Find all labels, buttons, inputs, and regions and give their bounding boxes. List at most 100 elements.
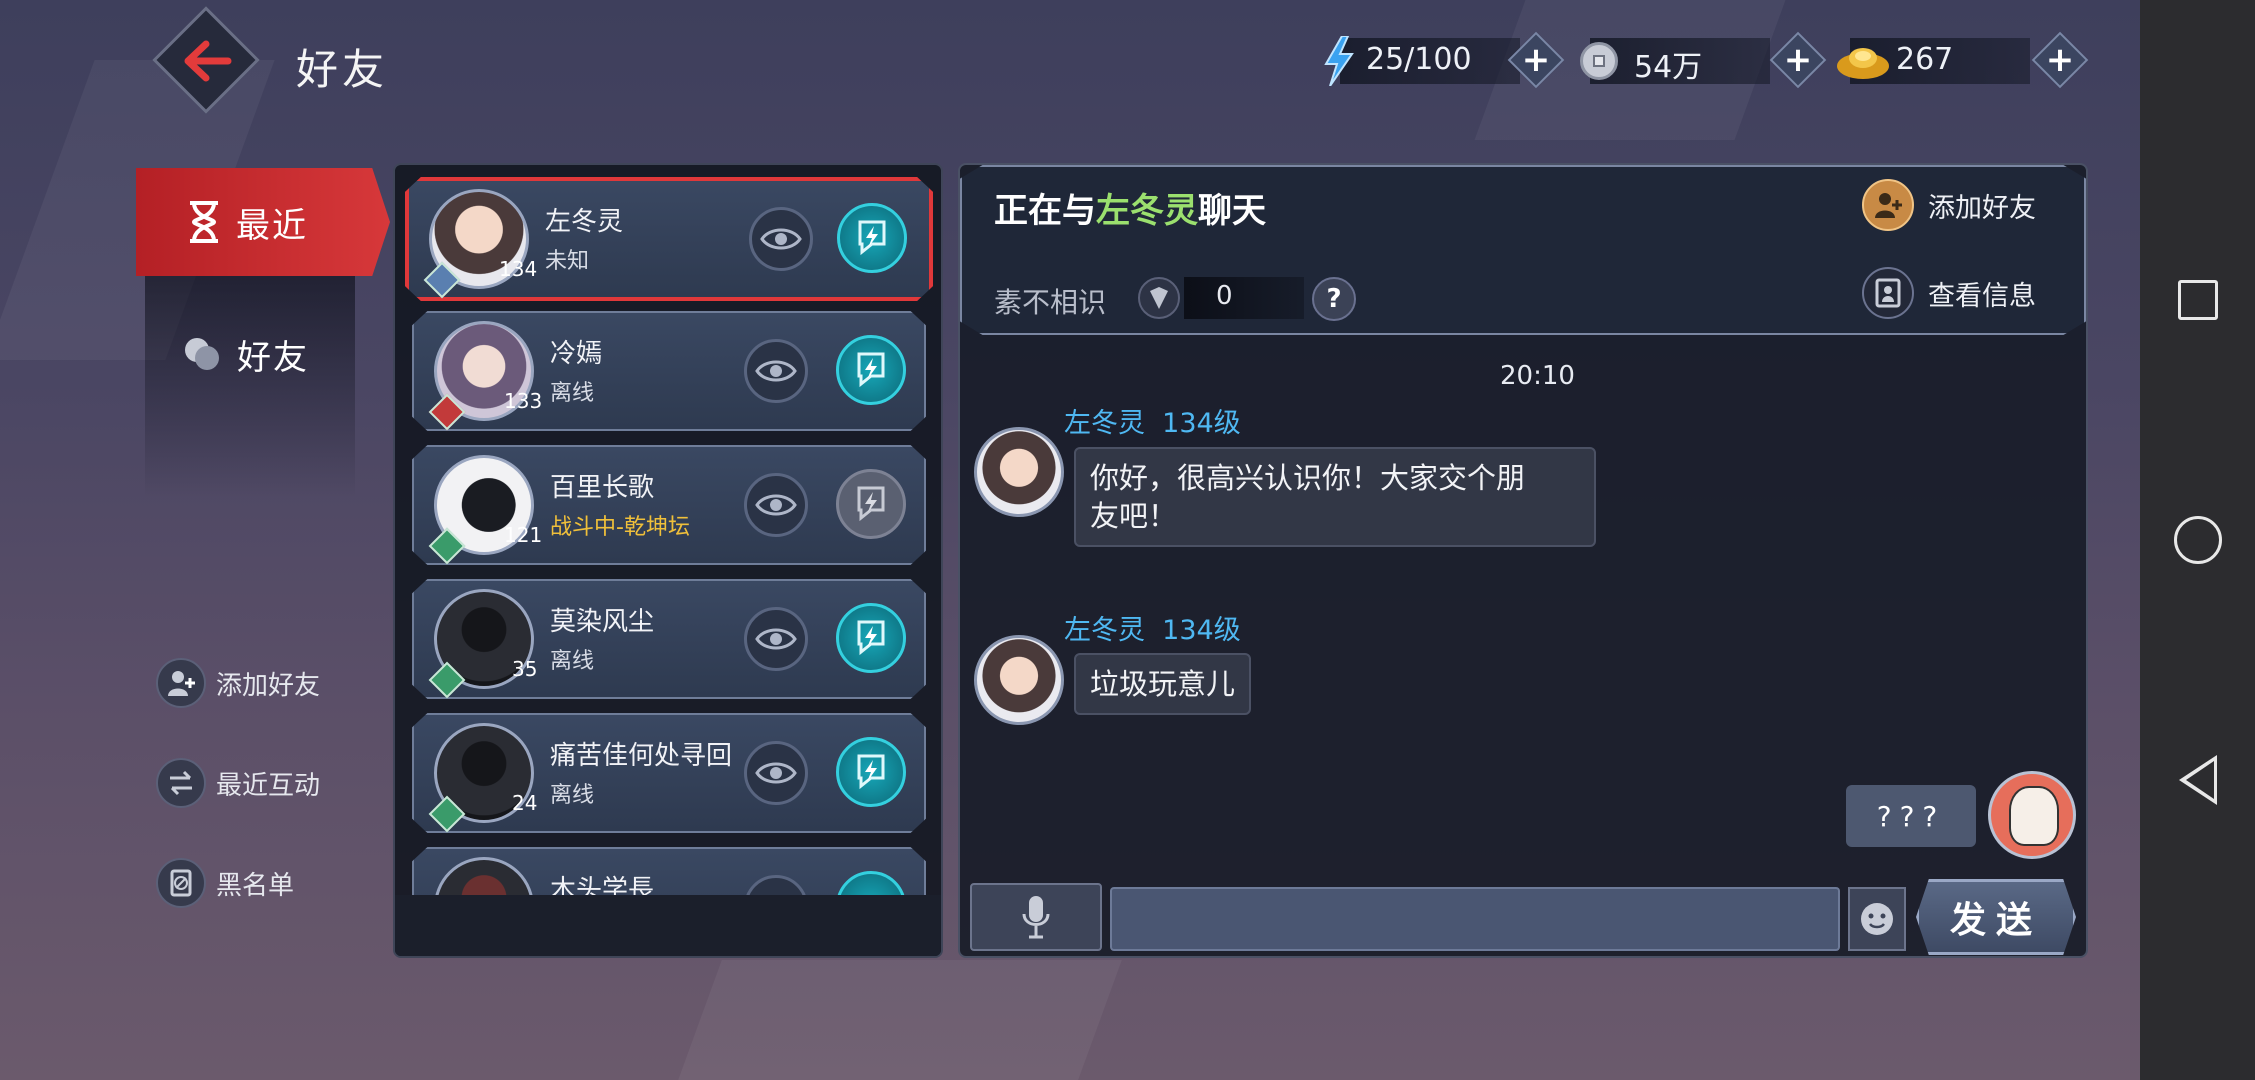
help-button[interactable]: ? [1312, 277, 1356, 321]
relation-value-box [1184, 277, 1304, 319]
swap-icon [156, 758, 206, 808]
sidebar-add-friend-label: 添加好友 [216, 670, 321, 701]
chat-panel: 正在与左冬灵聊天 素不相识 0 ? 添加好友 查看信息 20:10 左冬灵 13… [958, 163, 2088, 958]
friends-icon [185, 338, 219, 370]
view-button[interactable] [749, 207, 813, 271]
lightning-icon [1324, 36, 1354, 86]
chat-lightning-icon [857, 754, 885, 790]
eye-icon [755, 762, 797, 784]
microphone-icon [1022, 896, 1050, 939]
send-button[interactable]: 发送 [1916, 879, 2076, 955]
recents-icon [2177, 280, 2218, 320]
background-shard [678, 960, 1122, 1080]
chat-header: 正在与左冬灵聊天 素不相识 0 ? 添加好友 查看信息 [960, 165, 2086, 335]
chat-button-disabled[interactable] [836, 469, 906, 539]
message-sender: 左冬灵 134级 [1064, 608, 1241, 647]
sender-name: 左冬灵 [1064, 615, 1145, 646]
sender-level: 134级 [1162, 408, 1241, 439]
friend-name: 百里长歌 [550, 473, 655, 503]
friend-level: 35 [512, 657, 538, 681]
list-bottom-fade [395, 895, 941, 956]
chat-button[interactable] [837, 203, 907, 273]
friend-card[interactable]: 121 百里长歌 战斗中-乾坤坛 [412, 445, 926, 565]
add-gold-button[interactable]: + [2031, 31, 2089, 89]
emoji-icon [1861, 903, 1893, 935]
chat-title-suffix: 聊天 [1198, 191, 1266, 231]
recents-button[interactable] [2140, 255, 2255, 345]
friend-status: 未知 [545, 249, 590, 274]
chat-lightning-icon [857, 486, 885, 522]
message-text: 你好，很高兴认识你！大家交个朋 [1090, 461, 1526, 495]
friend-card[interactable]: 133 冷嫣 离线 [412, 311, 926, 431]
gold-value: 267 [1896, 42, 1954, 77]
friend-status: 离线 [550, 381, 595, 406]
sidebar-blacklist-label: 黑名单 [216, 870, 295, 901]
chat-title-prefix: 正在与 [994, 191, 1096, 231]
friend-level: 134 [499, 257, 538, 281]
stamina-value: 25/100 [1366, 42, 1472, 77]
friend-name: 左冬灵 [545, 207, 624, 237]
sidebar-blacklist[interactable]: 黑名单 [156, 858, 294, 908]
home-icon [2173, 516, 2222, 564]
add-friend-button[interactable]: 添加好友 [1862, 179, 2036, 231]
avatar[interactable] [974, 635, 1064, 725]
tab-recent[interactable]: 最近 [136, 168, 390, 276]
view-button[interactable] [744, 741, 808, 805]
eye-icon [755, 494, 797, 516]
sidebar-add-friend[interactable]: 添加好友 [156, 658, 320, 708]
tab-friends-label: 好友 [237, 337, 309, 378]
home-button[interactable] [2140, 495, 2255, 585]
chat-input[interactable] [1110, 887, 1840, 951]
relation-value: 0 [1216, 281, 1233, 311]
view-button[interactable] [744, 607, 808, 671]
message-bubble: 垃圾玩意儿 [1074, 653, 1252, 715]
message-text: 友吧！ [1090, 499, 1178, 533]
chat-lightning-icon [858, 220, 886, 256]
chat-button[interactable] [836, 737, 906, 807]
friend-name: 莫染风尘 [550, 607, 655, 637]
view-button[interactable] [744, 473, 808, 537]
relation-icon [1138, 277, 1180, 319]
add-silver-button[interactable]: + [1769, 31, 1827, 89]
sidebar-recent-interaction[interactable]: 最近互动 [156, 758, 320, 808]
chat-lightning-icon [857, 352, 885, 388]
my-avatar[interactable] [1988, 771, 2076, 859]
friend-list-panel[interactable]: 134 左冬灵 未知 133 冷嫣 离线 121 百里长歌 战斗中-乾坤坛 35… [393, 163, 943, 958]
chat-button[interactable] [836, 603, 906, 673]
message-timestamp: 20:10 [1500, 361, 1575, 391]
friend-name: 冷嫣 [550, 339, 603, 369]
chat-partner-name: 左冬灵 [1096, 191, 1198, 231]
friend-card[interactable]: 24 痛苦佳何处寻回 离线 [412, 713, 926, 833]
chat-button[interactable] [836, 335, 906, 405]
relation-label: 素不相识 [994, 286, 1107, 319]
chat-lightning-icon [857, 620, 885, 656]
silver-coin-icon [1580, 42, 1618, 80]
friend-level: 24 [512, 791, 538, 815]
hourglass-icon [190, 201, 218, 243]
message-text: 垃圾玩意儿 [1090, 667, 1236, 701]
friend-card[interactable]: 35 莫染风尘 离线 [412, 579, 926, 699]
page-title: 好友 [296, 45, 389, 94]
view-button[interactable] [744, 339, 808, 403]
system-back-button[interactable] [2140, 735, 2255, 825]
tab-friends[interactable]: 好友 [145, 300, 355, 408]
emoji-button[interactable] [1848, 887, 1906, 951]
friend-card[interactable]: 134 左冬灵 未知 [405, 177, 933, 301]
silver-value: 54万 [1634, 50, 1703, 85]
back-arrow-icon[interactable] [182, 40, 232, 82]
eye-icon [755, 360, 797, 382]
friend-name: 痛苦佳何处寻回 [550, 741, 733, 771]
sender-name: 左冬灵 [1064, 408, 1145, 439]
gold-ingot-icon [1837, 48, 1889, 79]
voice-button[interactable] [970, 883, 1102, 951]
sidebar-recent-interaction-label: 最近互动 [216, 770, 321, 801]
friend-status: 战斗中-乾坤坛 [550, 515, 690, 540]
view-info-button[interactable]: 查看信息 [1862, 267, 2036, 319]
my-message-bubble: ??? [1846, 785, 1976, 847]
chat-title: 正在与左冬灵聊天 [994, 183, 1266, 232]
friend-level: 133 [504, 389, 543, 413]
tab-recent-label: 最近 [236, 205, 308, 246]
avatar[interactable] [974, 427, 1064, 517]
sender-level: 134级 [1162, 615, 1241, 646]
view-info-label: 查看信息 [1928, 280, 2036, 312]
